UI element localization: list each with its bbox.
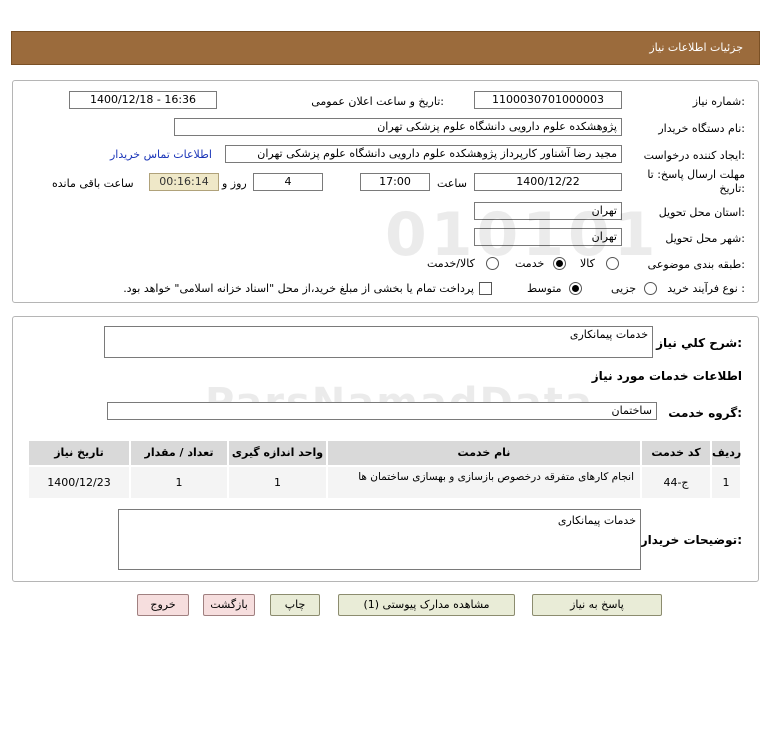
category-service-label: خدمت (515, 257, 545, 270)
deadline-label-2: تاریخ: (719, 182, 745, 195)
category-goods-service-label: کالا/خدمت (427, 257, 475, 270)
category-goods-radio[interactable] (606, 257, 619, 270)
col-header-code: کد خدمت (642, 441, 711, 465)
cell-code: ج-44 (642, 467, 711, 498)
process-minor-radio[interactable] (644, 282, 657, 295)
days-remaining-field[interactable]: 4 (253, 173, 323, 191)
creator-field[interactable]: مجید رضا آشناور کارپرداز پژوهشکده علوم د… (225, 145, 622, 163)
process-minor-label: جزیی (611, 282, 637, 295)
deadline-date-field[interactable]: 1400/12/22 (474, 173, 622, 191)
category-goods-service-radio[interactable] (486, 257, 499, 270)
col-header-date: تاریخ نیاز (29, 441, 130, 465)
remaining-timer: 00:16:14 (149, 173, 219, 191)
category-label: طبقه بندی موضوعی: (647, 258, 745, 271)
summary-field[interactable]: خدمات پیمانکاری (104, 326, 653, 358)
exit-button[interactable]: خروج (137, 594, 189, 616)
services-table: ردیف کد خدمت نام خدمت واحد اندازه گیری ت… (29, 441, 741, 498)
col-header-name: نام خدمت (328, 441, 641, 465)
city-field[interactable]: تهران (474, 228, 622, 246)
announce-datetime-field[interactable]: 1400/12/18 - 16:36 (69, 91, 217, 109)
cell-quantity: 1 (131, 467, 228, 498)
city-label: شهر محل تحویل: (665, 232, 745, 245)
buyer-org-field[interactable]: پژوهشکده علوم دارویی دانشگاه علوم پزشکی … (174, 118, 622, 136)
summary-label: شرح کلي نياز: (656, 336, 742, 350)
buyer-contact-link[interactable]: اطلاعات تماس خریدار (110, 148, 212, 161)
province-label: استان محل تحویل: (658, 206, 745, 219)
need-number-field[interactable]: 1100030701000003 (474, 91, 622, 109)
treasury-payment-note: پرداخت تمام یا بخشی از مبلغ خرید،از محل … (123, 282, 474, 295)
reply-button[interactable]: پاسخ به نیاز (532, 594, 662, 616)
category-goods-label: کالا (580, 257, 595, 270)
creator-label: ایجاد کننده درخواست: (643, 149, 745, 162)
province-field[interactable]: تهران (474, 202, 622, 220)
announce-label: تاریخ و ساعت اعلان عمومی: (311, 95, 444, 108)
treasury-payment-checkbox[interactable] (479, 282, 492, 295)
col-header-unit: واحد اندازه گیری (229, 441, 327, 465)
cell-unit: 1 (229, 467, 327, 498)
cell-name: انجام کارهای متفرقه درخصوص بازسازی و بهس… (328, 467, 641, 498)
service-group-field[interactable]: ساختمان (107, 402, 657, 420)
process-medium-label: متوسط (527, 282, 562, 295)
print-button[interactable]: چاپ (270, 594, 320, 616)
deadline-time-label: ساعت (437, 177, 467, 190)
cell-date: 1400/12/23 (29, 467, 130, 498)
service-group-label: گروه خدمت: (668, 406, 742, 420)
col-header-row: ردیف (712, 441, 741, 465)
page-header: جزئیات اطلاعات نیاز (11, 31, 760, 65)
cell-row: 1 (712, 467, 741, 498)
attachments-button[interactable]: مشاهده مدارک پیوستی (1) (338, 594, 515, 616)
col-header-quantity: تعداد / مقدار (131, 441, 228, 465)
process-medium-radio[interactable] (569, 282, 582, 295)
process-label: نوع فرآیند خرید : (667, 282, 745, 295)
deadline-time-field[interactable]: 17:00 (360, 173, 430, 191)
buyer-notes-label: توضیحات خریدار: (640, 533, 742, 547)
buyer-notes-field[interactable]: خدمات پیمانکاری (118, 509, 641, 570)
page-title: جزئیات اطلاعات نیاز (649, 41, 743, 54)
service-info-title: اطلاعات خدمات مورد نیاز (591, 369, 742, 383)
remaining-label: ساعت باقی مانده (52, 177, 134, 190)
days-label: روز و (222, 177, 247, 190)
category-service-radio[interactable] (553, 257, 566, 270)
deadline-label: مهلت ارسال پاسخ: تا (647, 168, 745, 181)
need-number-label: شماره نیاز: (692, 95, 745, 108)
buyer-org-label: نام دستگاه خریدار: (658, 122, 745, 135)
back-button[interactable]: بازگشت (203, 594, 255, 616)
